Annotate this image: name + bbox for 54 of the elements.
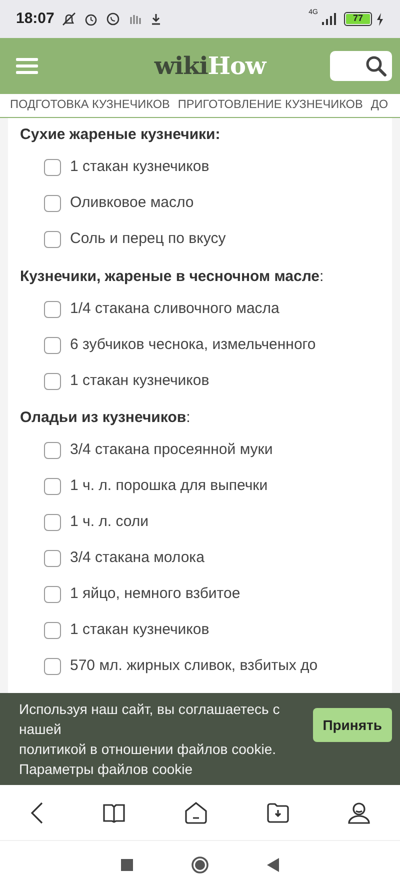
checkbox[interactable] xyxy=(44,442,61,459)
menu-icon xyxy=(16,57,38,75)
checkbox[interactable] xyxy=(44,514,61,531)
cookie-link[interactable]: политикой в отношении файлов cookie xyxy=(19,741,272,757)
signal-icon xyxy=(322,13,336,25)
ingredient-label: 1 стакан кузнечиков xyxy=(70,620,210,640)
search-field[interactable] xyxy=(330,51,392,81)
ingredient-label: Соль и перец по вкусу xyxy=(70,229,226,250)
ingredient-label: 6 зубчиков чеснока, измельченного xyxy=(70,334,316,355)
ingredient-label: 1/4 стакана сливочного масла xyxy=(70,298,280,319)
checkbox[interactable] xyxy=(44,622,61,639)
checkbox[interactable] xyxy=(44,231,61,248)
home-circle-icon[interactable] xyxy=(191,856,209,874)
ingredient-label: 1 стакан кузнечиков xyxy=(70,370,210,391)
section-tab[interactable]: ПРИГОТОВЛЕНИЕ КУЗНЕЧИКОВ xyxy=(178,96,363,114)
checkbox[interactable] xyxy=(44,478,61,495)
download-folder-icon xyxy=(266,802,289,822)
book-icon xyxy=(103,802,126,822)
checkbox[interactable] xyxy=(44,372,61,390)
ingredient-label: 1 ч. л. порошка для выпечки xyxy=(70,476,268,496)
status-time: 18:07 xyxy=(16,8,54,29)
section-heading: Сухие жареные кузнечики: xyxy=(20,125,222,145)
section-tab[interactable]: ПОДГОТОВКА КУЗНЕЧИКОВ xyxy=(10,96,170,114)
download-icon xyxy=(150,12,162,26)
checkbox[interactable] xyxy=(44,336,61,354)
ingredient-label: 3/4 стакана молока xyxy=(70,548,204,568)
checkbox[interactable] xyxy=(44,300,61,318)
user-icon xyxy=(348,802,370,824)
ingredient-label: 3/4 стакана просеянной муки xyxy=(70,440,273,460)
muted-bell-icon xyxy=(62,12,76,26)
alarm-icon xyxy=(84,12,98,26)
chat-icon xyxy=(106,12,120,26)
cookie-link[interactable]: Параметры файлов cookie xyxy=(19,761,193,777)
section-heading: Кузнечики, жареные в чесночном масле: xyxy=(20,266,325,286)
search-icon xyxy=(365,55,387,77)
ingredient-label: 570 мл. жирных сливок, взбитых до xyxy=(70,656,318,676)
battery-level: 77 xyxy=(346,14,370,24)
back-triangle-icon[interactable] xyxy=(267,858,279,872)
checkbox[interactable] xyxy=(44,195,61,212)
checkbox[interactable] xyxy=(44,550,61,567)
checkbox[interactable] xyxy=(44,586,61,603)
ingredient-label: Оливковое масло xyxy=(70,193,194,214)
ingredient-label: 1 ч. л. соли xyxy=(70,512,149,532)
home-icon xyxy=(184,802,207,824)
section-tab[interactable]: ДО xyxy=(370,96,388,114)
back-icon xyxy=(30,800,44,824)
ingredient-label: 1 стакан кузнечиков xyxy=(70,157,210,178)
checkbox[interactable] xyxy=(44,658,61,675)
charging-icon xyxy=(376,12,384,26)
checkbox[interactable] xyxy=(44,159,61,176)
accept-button[interactable]: Принять xyxy=(312,708,392,742)
ingredient-label: 1 яйцо, немного взбитое xyxy=(70,584,240,604)
cookie-notice: Используя наш сайт, вы соглашаетесь с нашей политикой в отношении файлов cookie. Параметры файлов cookie xyxy=(19,700,281,779)
section-heading: Оладьи из кузнечиков: xyxy=(20,408,192,428)
